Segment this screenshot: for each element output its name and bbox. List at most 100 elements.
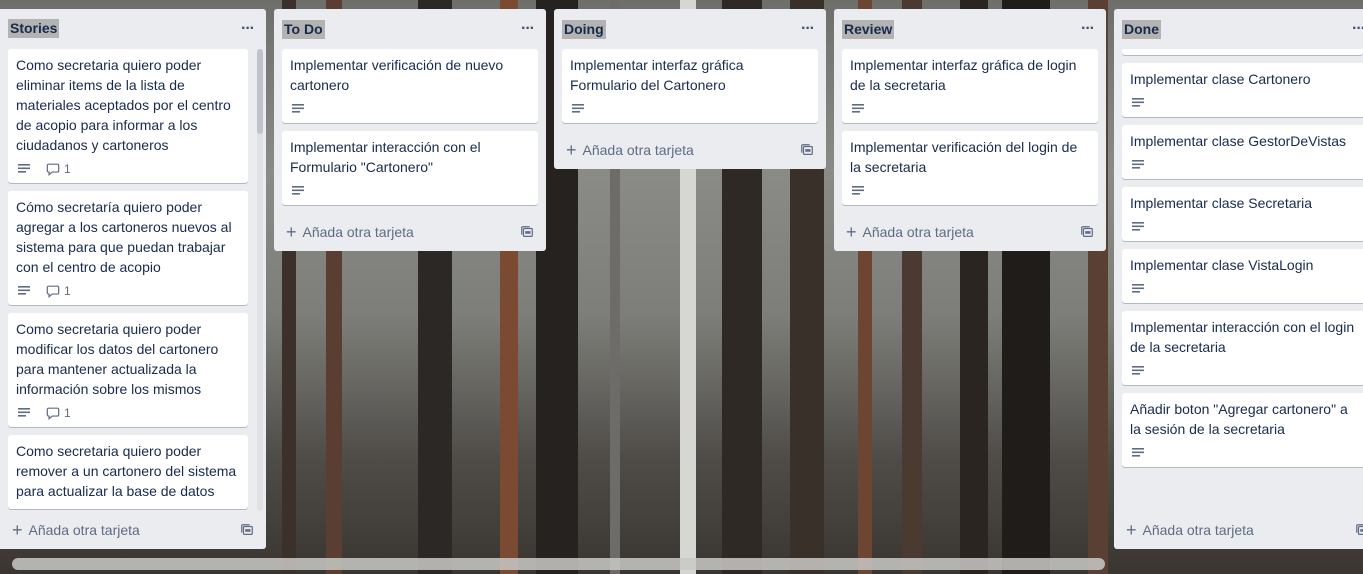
description-icon	[292, 186, 304, 195]
list-title[interactable]: Doing	[562, 19, 606, 39]
plus-icon: +	[1126, 520, 1137, 540]
card-title: Implementar clase Cartonero	[1130, 71, 1311, 87]
card-badges	[290, 99, 530, 119]
card[interactable]: Añadir boton "Agregar cartonero" a la se…	[1122, 393, 1363, 467]
card-badges: 1	[16, 159, 240, 179]
card-title: Implementar clase VistaLogin	[1130, 257, 1314, 273]
comment-icon	[46, 407, 60, 420]
card[interactable]: Como secretaria quiero poder eliminar it…	[8, 48, 248, 183]
description-icon	[18, 163, 30, 173]
plus-icon: +	[566, 140, 577, 160]
card-list[interactable]: Implementar clase Cartonero Implementar …	[1114, 49, 1363, 511]
list-header: Review ···	[834, 9, 1106, 49]
card-title: Implementar interacción con el login de …	[1130, 319, 1355, 355]
card[interactable]: Implementar interacción con el login de …	[1122, 311, 1363, 385]
list-to-do: To Do ··· Implementar verificación de nu…	[274, 9, 546, 251]
description-icon	[1132, 160, 1144, 169]
list-header: Done ···	[1114, 9, 1363, 49]
comment-badge: 1	[46, 162, 71, 176]
card[interactable]: Cómo secretaría quiero poder agregar a l…	[8, 190, 248, 305]
add-card-label: Añada otra tarjeta	[862, 224, 974, 240]
card[interactable]: Implementar interacción con el Formulari…	[282, 131, 538, 205]
list-scrollbar[interactable]	[257, 48, 263, 511]
card-title: Implementar interfaz gráfica de login de…	[850, 57, 1077, 93]
list-menu-button[interactable]: ···	[1348, 20, 1363, 38]
board-horizontal-scrollbar[interactable]	[12, 558, 1105, 570]
card-badges	[570, 99, 810, 119]
add-card-label: Añada otra tarjeta	[28, 522, 140, 538]
card-template-icon[interactable]	[1355, 523, 1363, 537]
list-done: Done ··· Implementar clase Cartonero Imp…	[1114, 9, 1363, 549]
description-icon	[18, 407, 30, 417]
add-card-label-group: + Añada otra tarjeta	[286, 223, 414, 241]
add-card-label-group: + Añada otra tarjeta	[846, 223, 974, 241]
add-card-button[interactable]: + Añada otra tarjeta	[554, 131, 826, 169]
card[interactable]: Como secretaria quiero poder remover a u…	[8, 434, 248, 509]
card-title: Implementar interfaz gráfica Formulario …	[570, 57, 744, 93]
description-icon	[1132, 284, 1144, 293]
card-partial[interactable]	[1122, 49, 1363, 55]
card-badges	[1130, 279, 1355, 299]
description-icon	[852, 104, 864, 113]
card-template-icon[interactable]	[240, 523, 254, 537]
comment-icon	[46, 163, 60, 176]
description-icon	[1132, 448, 1144, 457]
card[interactable]: Como secretaria quiero poder modificar l…	[8, 312, 248, 427]
card-title: Implementar clase Secretaria	[1130, 195, 1313, 211]
card-title: Añadir boton "Agregar cartonero" a la se…	[1130, 401, 1348, 437]
card[interactable]: Implementar clase GestorDeVistas	[1122, 125, 1363, 179]
list-menu-button[interactable]: ···	[1077, 20, 1098, 38]
card-badges: 1	[16, 281, 240, 301]
list-title[interactable]: Stories	[8, 19, 60, 39]
card[interactable]: Implementar verificación del login de la…	[842, 131, 1098, 205]
add-card-button[interactable]: + Añada otra tarjeta	[1114, 511, 1363, 549]
list-stories: Stories ··· Como secretaria quiero poder…	[0, 9, 266, 549]
card-list[interactable]: Implementar interfaz gráfica de login de…	[834, 49, 1106, 213]
card-badges	[1130, 361, 1355, 381]
card-template-icon[interactable]	[800, 143, 814, 157]
add-card-button[interactable]: + Añada otra tarjeta	[0, 511, 266, 549]
card-title: Como secretaria quiero poder eliminar it…	[16, 56, 231, 153]
add-card-label-group: + Añada otra tarjeta	[1126, 521, 1254, 539]
card[interactable]: Implementar verificación de nuevo carton…	[282, 49, 538, 123]
list-title[interactable]: Done	[1122, 19, 1161, 39]
list-header: Doing ···	[554, 9, 826, 49]
card-list[interactable]: Como secretaria quiero poder eliminar it…	[0, 48, 266, 511]
card-title: Implementar verificación del login de la…	[850, 139, 1078, 175]
card-template-icon[interactable]	[1080, 225, 1094, 239]
card-template-icon[interactable]	[520, 225, 534, 239]
add-card-button[interactable]: + Añada otra tarjeta	[834, 213, 1106, 251]
card[interactable]: Implementar clase VistaLogin	[1122, 249, 1363, 303]
card[interactable]: Implementar interfaz gráfica Formulario …	[562, 49, 818, 123]
list-menu-button[interactable]: ···	[517, 20, 538, 38]
description-icon	[1132, 222, 1144, 231]
add-card-label: Añada otra tarjeta	[302, 224, 414, 240]
card-badges	[1130, 443, 1355, 463]
card-title: Cómo secretaría quiero poder agregar a l…	[16, 198, 232, 275]
list-title[interactable]: To Do	[282, 19, 325, 39]
list-review: Review ··· Implementar interfaz gráfica …	[834, 9, 1106, 251]
description-icon	[852, 186, 864, 195]
card-badges	[850, 99, 1090, 119]
card-list[interactable]: Implementar interfaz gráfica Formulario …	[554, 49, 826, 131]
description-icon	[1132, 98, 1144, 107]
list-scrollbar-thumb[interactable]	[257, 48, 263, 134]
comment-count: 1	[64, 161, 71, 176]
plus-icon: +	[846, 222, 857, 242]
comment-count: 1	[64, 283, 71, 298]
card[interactable]: Implementar interfaz gráfica de login de…	[842, 49, 1098, 123]
description-icon	[572, 104, 584, 113]
card[interactable]: Implementar clase Cartonero	[1122, 63, 1363, 117]
list-title[interactable]: Review	[842, 19, 895, 39]
list-menu-button[interactable]: ···	[237, 20, 258, 38]
card[interactable]: Implementar clase Secretaria	[1122, 187, 1363, 241]
comment-badge: 1	[46, 406, 71, 420]
card-badges	[1130, 93, 1355, 113]
description-icon	[1132, 366, 1144, 375]
card-title: Como secretaria quiero poder modificar l…	[16, 320, 219, 397]
add-card-label: Añada otra tarjeta	[1142, 522, 1254, 538]
comment-badge: 1	[46, 284, 71, 298]
card-list[interactable]: Implementar verificación de nuevo carton…	[274, 49, 546, 213]
list-menu-button[interactable]: ···	[797, 20, 818, 38]
add-card-button[interactable]: + Añada otra tarjeta	[274, 213, 546, 251]
